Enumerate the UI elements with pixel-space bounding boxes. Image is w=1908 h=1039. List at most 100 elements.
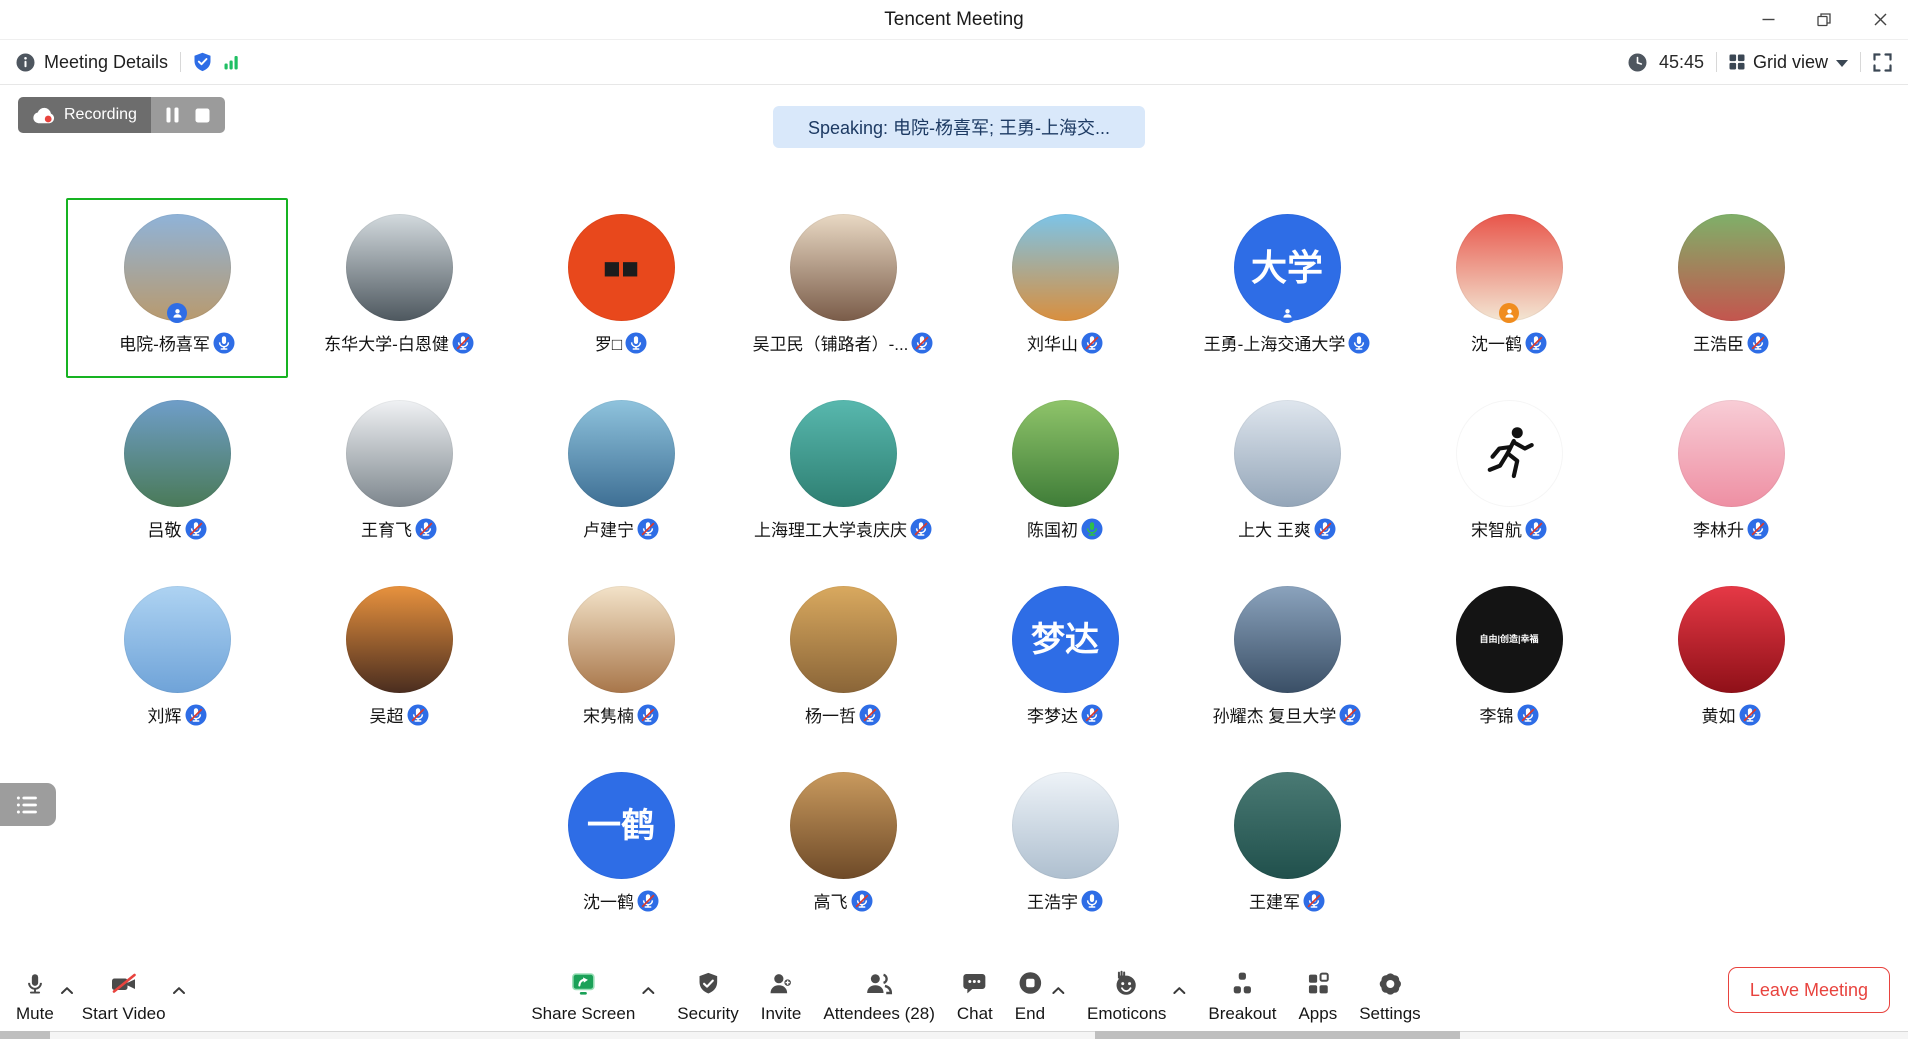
participant-tile[interactable]: 高飞 bbox=[732, 756, 954, 936]
participant-tile[interactable]: 大学 王勇-上海交通大学 bbox=[1176, 198, 1398, 378]
mic-status-icon bbox=[1517, 704, 1539, 726]
mic-icon bbox=[22, 968, 48, 1000]
participant-name-row: 电院-杨喜军 bbox=[119, 330, 235, 355]
restore-button[interactable] bbox=[1796, 0, 1852, 39]
toolbar-item-chat[interactable]: Chat bbox=[957, 968, 993, 1024]
participant-row: 电院-杨喜军 东华大学-白恩健 bbox=[66, 198, 1842, 378]
toolbar-item-settings[interactable]: Settings bbox=[1359, 968, 1420, 1024]
toolbar-item-apps[interactable]: Apps bbox=[1298, 968, 1337, 1024]
info-icon bbox=[16, 53, 35, 72]
participant-tile[interactable]: 吴卫民（铺路者）-... bbox=[732, 198, 954, 378]
participant-name-row: 李锦 bbox=[1480, 702, 1539, 727]
chevron-up-icon[interactable] bbox=[1172, 982, 1186, 1000]
participant-name: 吕敬 bbox=[148, 516, 182, 541]
participant-name-row: 吕敬 bbox=[148, 516, 207, 541]
participant-name: 上大 王爽 bbox=[1238, 516, 1311, 541]
participant-tile[interactable]: 王建军 bbox=[1176, 756, 1398, 936]
recording-controls bbox=[151, 97, 225, 133]
participant-tile[interactable]: 上海理工大学袁庆庆 bbox=[732, 384, 954, 564]
participant-avatar bbox=[346, 586, 453, 693]
participant-name: 宋隽楠 bbox=[583, 702, 634, 727]
person-badge-icon bbox=[1281, 307, 1294, 320]
member-list-panel-button[interactable] bbox=[0, 783, 56, 826]
participant-tile[interactable]: 王育飞 bbox=[288, 384, 510, 564]
participant-name-row: 杨一哲 bbox=[805, 702, 881, 727]
mic-status-icon bbox=[625, 332, 647, 354]
participant-avatar bbox=[1456, 400, 1563, 507]
participant-tile[interactable]: 王浩宇 bbox=[954, 756, 1176, 936]
pause-recording-button[interactable] bbox=[166, 107, 179, 123]
meeting-details-button[interactable]: Meeting Details bbox=[16, 52, 168, 73]
participant-avatar bbox=[790, 214, 897, 321]
participant-avatar bbox=[346, 400, 453, 507]
participant-tile[interactable]: 沈一鹤 bbox=[1398, 198, 1620, 378]
minimize-button[interactable] bbox=[1740, 0, 1796, 39]
breakout-icon bbox=[1228, 968, 1256, 1000]
mic-status-icon bbox=[1747, 518, 1769, 540]
toolbar-item-share-screen[interactable]: Share Screen bbox=[531, 968, 635, 1024]
toolbar-item-security[interactable]: Security bbox=[677, 968, 738, 1024]
participant-tile[interactable]: 黄如 bbox=[1620, 570, 1842, 750]
mic-status-icon bbox=[637, 704, 659, 726]
participant-name-row: 王浩宇 bbox=[1027, 888, 1103, 913]
toolbar-item-end[interactable]: End bbox=[1015, 968, 1045, 1024]
participant-tile[interactable]: 吕敬 bbox=[66, 384, 288, 564]
toolbar-item-breakout[interactable]: Breakout bbox=[1208, 968, 1276, 1024]
participant-tile[interactable]: 王浩臣 bbox=[1620, 198, 1842, 378]
list-icon bbox=[15, 794, 41, 816]
participant-tile[interactable]: 刘辉 bbox=[66, 570, 288, 750]
chevron-up-icon[interactable] bbox=[641, 982, 655, 1000]
grid-view-button[interactable]: Grid view bbox=[1729, 52, 1848, 73]
participant-tile[interactable]: 梦达 李梦达 bbox=[954, 570, 1176, 750]
participant-tile[interactable]: 上大 王爽 bbox=[1176, 384, 1398, 564]
participant-tile[interactable]: 东华大学-白恩健 bbox=[288, 198, 510, 378]
bottom-toolbar: Mute Start Video Share Screen Security Invi… bbox=[0, 961, 1908, 1039]
participant-avatar: 自由|创造|幸福 bbox=[1456, 586, 1563, 693]
participant-name: 李梦达 bbox=[1027, 702, 1078, 727]
participant-name: 吴超 bbox=[370, 702, 404, 727]
participant-tile[interactable]: ◼◼ 罗□ bbox=[510, 198, 732, 378]
mic-status-icon bbox=[637, 518, 659, 540]
participant-tile[interactable]: 电院-杨喜军 bbox=[66, 198, 288, 378]
participant-tile[interactable]: 卢建宁 bbox=[510, 384, 732, 564]
toolbar-item-emoticons[interactable]: Emoticons bbox=[1087, 968, 1166, 1024]
mic-status-icon bbox=[1303, 890, 1325, 912]
divider bbox=[180, 52, 181, 72]
toolbar-item-label: Share Screen bbox=[531, 1004, 635, 1024]
participant-tile[interactable]: 刘华山 bbox=[954, 198, 1176, 378]
network-signal-icon[interactable] bbox=[224, 55, 239, 70]
participant-tile[interactable]: 宋智航 bbox=[1398, 384, 1620, 564]
participant-tile[interactable]: 自由|创造|幸福 李锦 bbox=[1398, 570, 1620, 750]
close-button[interactable] bbox=[1852, 0, 1908, 39]
emoticons-icon bbox=[1113, 968, 1141, 1000]
fullscreen-button[interactable] bbox=[1873, 53, 1892, 72]
toolbar-item-mic[interactable]: Mute bbox=[16, 968, 54, 1024]
participant-tile[interactable]: 孙耀杰 复旦大学 bbox=[1176, 570, 1398, 750]
mic-status-icon bbox=[452, 332, 474, 354]
participant-tile[interactable]: 吴超 bbox=[288, 570, 510, 750]
mic-status-icon bbox=[407, 704, 429, 726]
chevron-up-icon[interactable] bbox=[1051, 982, 1065, 1000]
participant-name: 王浩宇 bbox=[1027, 888, 1078, 913]
participant-avatar bbox=[790, 400, 897, 507]
shield-check-icon[interactable] bbox=[193, 52, 212, 72]
participant-tile[interactable]: 杨一哲 bbox=[732, 570, 954, 750]
toolbar-item-invite[interactable]: Invite bbox=[761, 968, 802, 1024]
video-off-icon bbox=[109, 968, 139, 1000]
chevron-up-icon[interactable] bbox=[60, 982, 74, 1000]
leave-meeting-button[interactable]: Leave Meeting bbox=[1728, 967, 1890, 1013]
participant-tile[interactable]: 李林升 bbox=[1620, 384, 1842, 564]
participant-tile[interactable]: 宋隽楠 bbox=[510, 570, 732, 750]
participant-name-row: 罗□ bbox=[595, 330, 647, 355]
participant-name: 吴卫民（铺路者）-... bbox=[753, 330, 909, 355]
toolbar-item-attendees[interactable]: Attendees (28) bbox=[823, 968, 935, 1024]
attendees-icon bbox=[864, 968, 894, 1000]
participant-tile[interactable]: 一鹤 沈一鹤 bbox=[510, 756, 732, 936]
caret-down-icon bbox=[1836, 60, 1848, 67]
stop-recording-button[interactable] bbox=[195, 108, 210, 123]
participant-name-row: 王浩臣 bbox=[1693, 330, 1769, 355]
chevron-up-icon[interactable] bbox=[172, 982, 186, 1000]
toolbar-group-emoticons: Emoticons bbox=[1087, 968, 1186, 1024]
toolbar-item-video-off[interactable]: Start Video bbox=[82, 968, 166, 1024]
participant-tile[interactable]: 陈国初 bbox=[954, 384, 1176, 564]
